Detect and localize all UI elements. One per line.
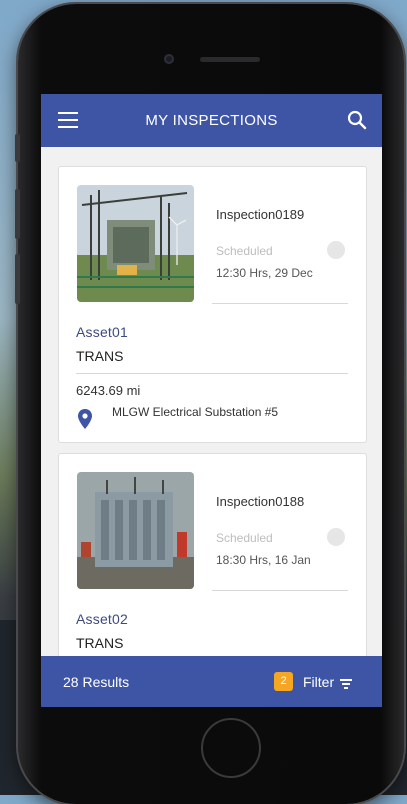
- substation-photo: [77, 185, 194, 302]
- page-title: MY INSPECTIONS: [145, 112, 278, 129]
- app-screen: MY INSPECTIONS Inspection0189 Scheduled …: [41, 94, 382, 707]
- filter-icon[interactable]: [340, 679, 352, 689]
- status-indicator: [327, 241, 345, 259]
- status-label: Scheduled: [216, 531, 273, 545]
- mute-switch: [15, 134, 20, 162]
- asset-name: Asset02: [76, 611, 128, 627]
- asset-name: Asset01: [76, 324, 128, 340]
- inspection-list[interactable]: Inspection0189 Scheduled 12:30 Hrs, 29 D…: [41, 147, 382, 657]
- app-header: MY INSPECTIONS: [41, 94, 382, 147]
- volume-down-button: [15, 254, 20, 304]
- front-camera: [164, 54, 174, 64]
- distance: 6243.69 mi: [76, 383, 141, 398]
- inspection-card[interactable]: Inspection0189 Scheduled 12:30 Hrs, 29 D…: [58, 166, 367, 443]
- inspection-card[interactable]: Inspection0188 Scheduled 18:30 Hrs, 16 J…: [58, 453, 367, 657]
- divider: [212, 590, 348, 591]
- home-button[interactable]: [201, 718, 261, 778]
- schedule-time: 12:30 Hrs, 29 Dec: [216, 266, 313, 280]
- asset-type: TRANS: [76, 348, 124, 364]
- transformer-photo: [77, 472, 194, 589]
- results-bar: 28 Results 2 Filter: [41, 656, 382, 707]
- location-pin-icon: [78, 409, 92, 429]
- divider: [76, 373, 348, 374]
- filter-button[interactable]: Filter: [303, 674, 334, 690]
- filter-count-badge: 2: [274, 672, 293, 691]
- inspection-id: Inspection0189: [216, 207, 305, 222]
- volume-up-button: [15, 189, 20, 239]
- earpiece-speaker: [200, 57, 260, 62]
- inspection-id: Inspection0188: [216, 494, 305, 509]
- status-label: Scheduled: [216, 244, 273, 258]
- status-indicator: [327, 528, 345, 546]
- divider: [212, 303, 348, 304]
- search-icon[interactable]: [347, 110, 367, 130]
- location-name: MLGW Electrical Substation #5: [112, 405, 279, 419]
- results-count: 28 Results: [63, 674, 130, 690]
- schedule-time: 18:30 Hrs, 16 Jan: [216, 553, 311, 567]
- asset-type: TRANS: [76, 635, 124, 651]
